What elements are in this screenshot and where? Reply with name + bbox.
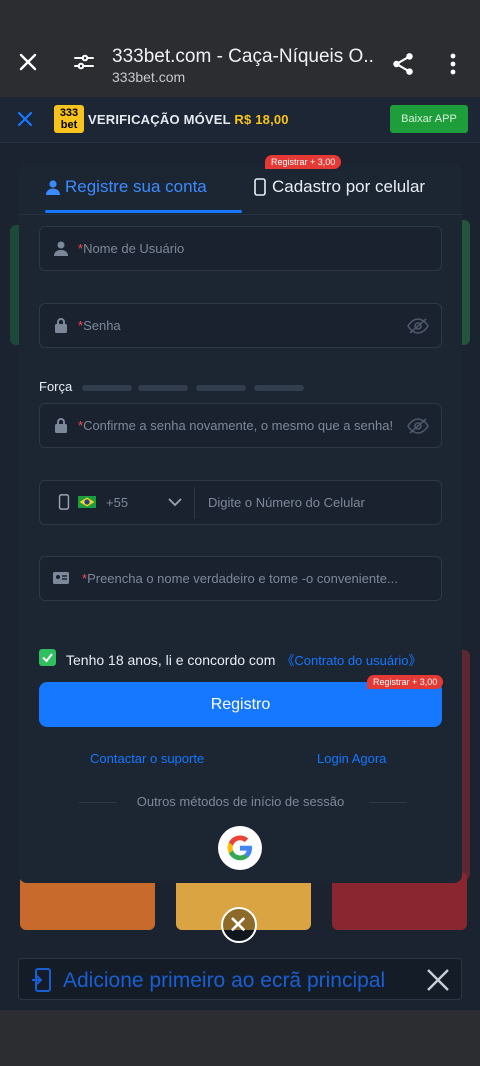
close-icon bbox=[231, 917, 245, 931]
share-icon[interactable] bbox=[390, 51, 416, 77]
register-modal: Registre sua conta Cadastro por celular … bbox=[19, 155, 462, 883]
brazil-flag-icon bbox=[78, 496, 96, 508]
other-login-methods-label: Outros métodos de início de sessão bbox=[19, 794, 462, 809]
terms-agreement: Tenho 18 anos, li e concordo com 《Contrat… bbox=[66, 652, 422, 668]
add-to-home-icon bbox=[32, 968, 51, 992]
mobile-phone-icon bbox=[58, 494, 70, 510]
google-login-button[interactable] bbox=[218, 826, 262, 870]
close-modal-button[interactable] bbox=[221, 907, 257, 943]
password-placeholder: *Senha bbox=[78, 318, 121, 333]
brand-logo: 333 bet bbox=[54, 105, 84, 133]
page-title: 333bet.com - Caça-Níqueis O... bbox=[112, 46, 374, 67]
add-to-home-bar[interactable]: Adicione primeiro ao ecrã principal bbox=[18, 958, 462, 1000]
tab-phone-register[interactable]: Cadastro por celular bbox=[254, 177, 425, 197]
browser-toolbar: 333bet.com - Caça-Níqueis O... 333bet.co… bbox=[0, 0, 480, 97]
active-tab-indicator bbox=[45, 210, 242, 213]
real-name-placeholder: *Preencha o nome verdadeiro e tome -o co… bbox=[82, 571, 398, 586]
eye-hidden-icon[interactable] bbox=[407, 318, 429, 334]
banner-text: VERIFICAÇÃO MÓVEL R$ 18,00 bbox=[88, 112, 289, 127]
bonus-badge: Registrar + 3,00 bbox=[265, 155, 342, 169]
strength-bar bbox=[254, 385, 304, 391]
password-field[interactable]: *Senha bbox=[39, 303, 442, 348]
strength-bar bbox=[138, 385, 188, 391]
user-contract-link[interactable]: 《Contrato do usuário》 bbox=[281, 653, 421, 668]
close-icon[interactable] bbox=[425, 967, 451, 993]
lock-icon bbox=[55, 318, 67, 333]
tab-register-account[interactable]: Registre sua conta bbox=[46, 177, 207, 197]
strength-bar bbox=[82, 385, 132, 391]
login-now-link[interactable]: Login Agora bbox=[317, 751, 386, 766]
download-app-button[interactable]: Baixar APP bbox=[390, 105, 468, 133]
id-card-icon bbox=[53, 572, 69, 584]
country-code[interactable]: +55 bbox=[106, 495, 128, 510]
system-navigation-bar bbox=[0, 1010, 480, 1066]
user-icon bbox=[54, 241, 68, 256]
check-icon bbox=[42, 653, 53, 663]
field-separator bbox=[194, 487, 195, 519]
page-url[interactable]: 333bet.com bbox=[112, 69, 185, 85]
agree-checkbox[interactable] bbox=[39, 649, 56, 666]
username-placeholder: *Nome de Usuário bbox=[78, 241, 185, 256]
lock-icon bbox=[55, 418, 67, 433]
tab-divider bbox=[19, 214, 462, 215]
password-strength-label: Força bbox=[39, 379, 73, 394]
add-to-home-text: Adicione primeiro ao ecrã principal bbox=[63, 969, 386, 992]
phone-placeholder: Digite o Número do Celular bbox=[208, 495, 365, 510]
google-icon bbox=[227, 835, 252, 861]
bonus-badge: Registrar + 3,00 bbox=[367, 675, 444, 689]
username-field[interactable]: *Nome de Usuário bbox=[39, 226, 442, 271]
app-download-banner: 333 bet VERIFICAÇÃO MÓVEL R$ 18,00 Baixar… bbox=[0, 97, 480, 143]
strength-bar bbox=[196, 385, 246, 391]
mobile-phone-icon bbox=[254, 178, 266, 196]
site-settings-icon[interactable] bbox=[72, 50, 96, 74]
user-icon bbox=[46, 180, 60, 195]
close-banner-icon[interactable] bbox=[16, 110, 34, 128]
phone-field[interactable]: +55 Digite o Número do Celular bbox=[39, 480, 442, 525]
more-menu-icon[interactable] bbox=[442, 51, 464, 77]
register-tabs: Registre sua conta Cadastro por celular … bbox=[19, 155, 462, 215]
chevron-down-icon[interactable] bbox=[168, 497, 182, 507]
real-name-field[interactable]: *Preencha o nome verdadeiro e tome -o co… bbox=[39, 556, 442, 601]
confirm-password-field[interactable]: *Confirme a senha novamente, o mesmo que… bbox=[39, 403, 442, 448]
close-tab-icon[interactable] bbox=[16, 50, 40, 74]
confirm-password-placeholder: *Confirme a senha novamente, o mesmo que… bbox=[78, 418, 394, 433]
eye-hidden-icon[interactable] bbox=[407, 418, 429, 434]
contact-support-link[interactable]: Contactar o suporte bbox=[90, 751, 204, 766]
